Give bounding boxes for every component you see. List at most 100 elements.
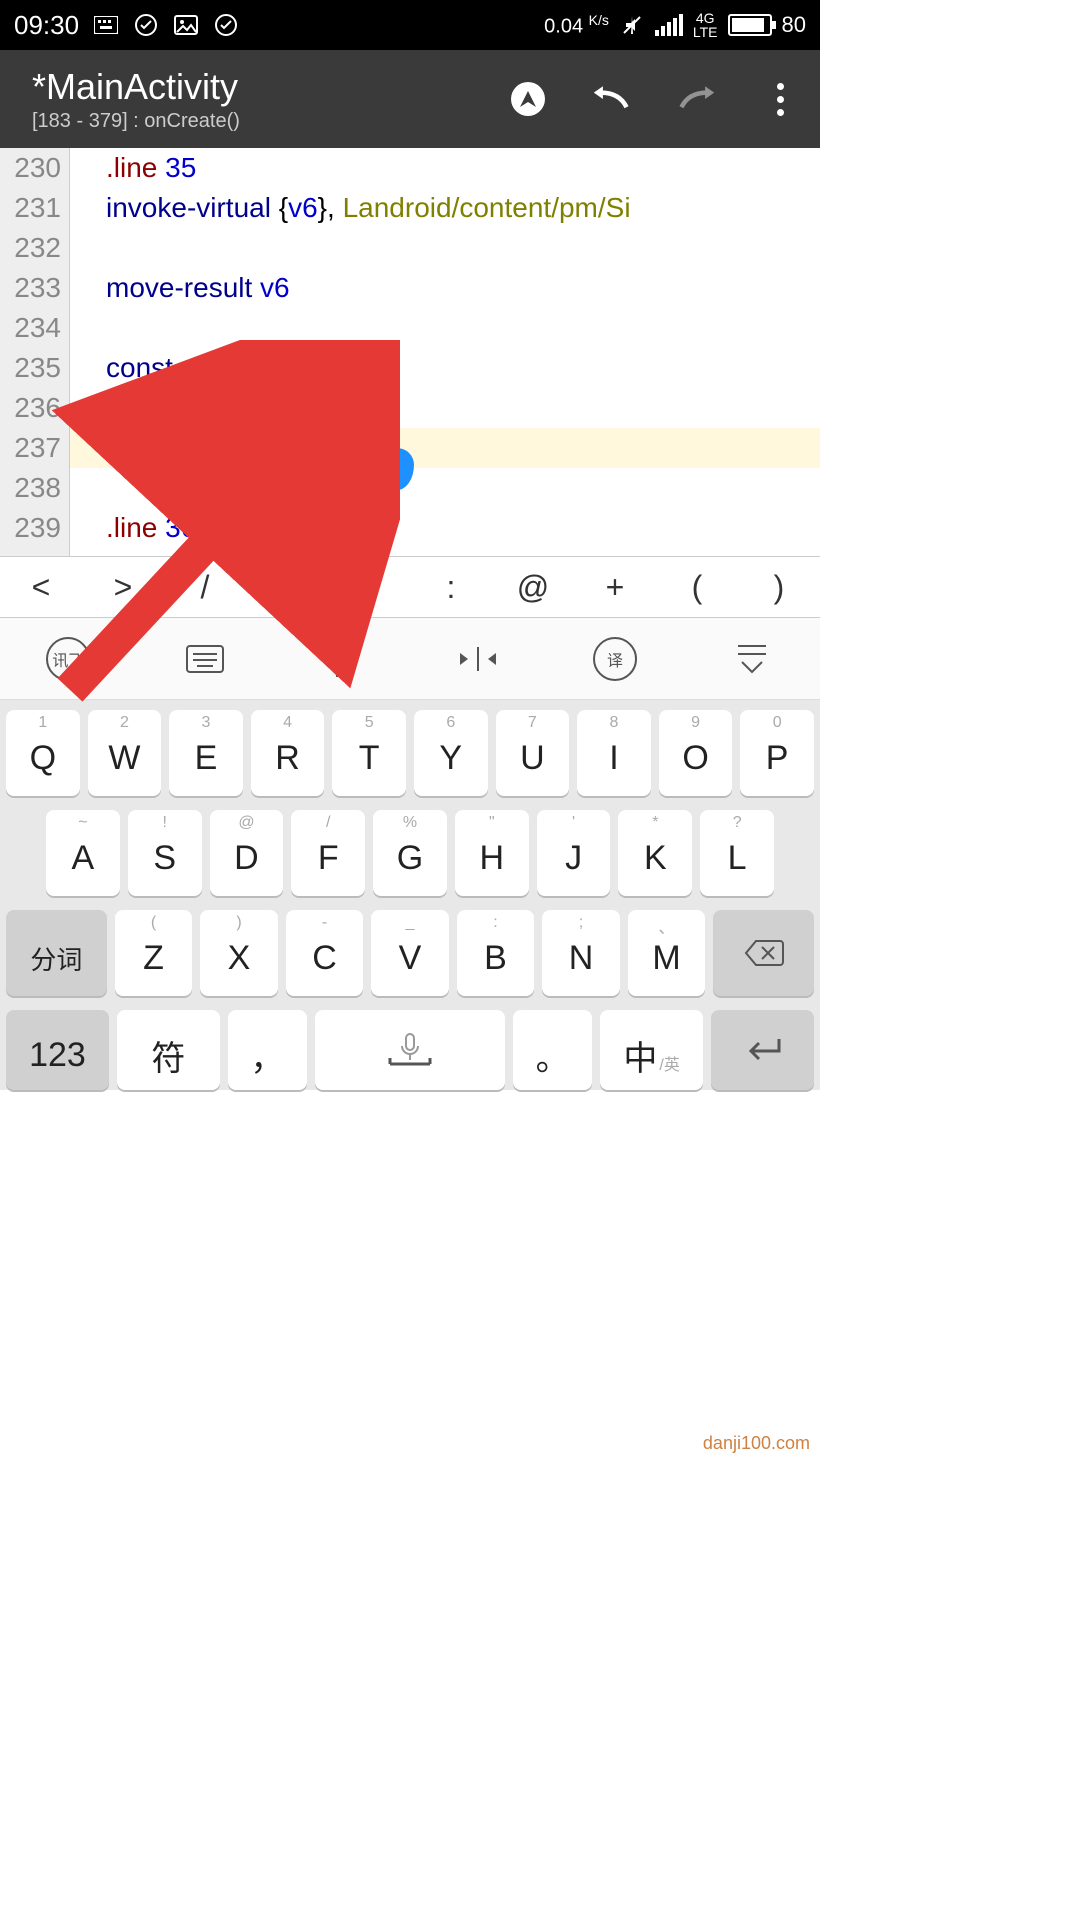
letter-key-J[interactable]: 'J xyxy=(537,810,611,896)
battery-percent: 80 xyxy=(782,12,806,38)
undo-button[interactable] xyxy=(592,79,632,119)
signal-icon xyxy=(655,14,683,36)
symbol-key[interactable]: @ xyxy=(492,557,574,617)
image-icon xyxy=(173,12,199,38)
letter-key-A[interactable]: ~A xyxy=(46,810,120,896)
code-line[interactable]: if-eq v6, v7, :cond_75 xyxy=(70,428,820,468)
app-bar: *MainActivity [183 - 379] : onCreate() xyxy=(0,50,820,148)
letter-key-P[interactable]: 0P xyxy=(740,710,814,796)
line-number: 239 xyxy=(0,508,61,548)
letter-key-Y[interactable]: 6Y xyxy=(414,710,488,796)
file-title: *MainActivity xyxy=(32,66,240,108)
keyboard-switch-button[interactable] xyxy=(180,634,230,684)
collapse-keyboard-button[interactable] xyxy=(727,634,777,684)
letter-key-V[interactable]: _V xyxy=(371,910,449,996)
code-line[interactable] xyxy=(70,388,820,428)
letter-key-H[interactable]: "H xyxy=(455,810,529,896)
symbol-key[interactable]: : xyxy=(410,557,492,617)
line-number: 238 xyxy=(0,468,61,508)
mic-icon xyxy=(380,1030,440,1070)
code-line[interactable] xyxy=(70,308,820,348)
letter-key-D[interactable]: @D xyxy=(210,810,284,896)
letter-key-X[interactable]: )X xyxy=(200,910,278,996)
line-number: 235 xyxy=(0,348,61,388)
language-switch-key[interactable]: 中/英 xyxy=(600,1010,703,1090)
symbol-key[interactable]: ) xyxy=(738,557,820,617)
code-line[interactable]: :cond_2c xyxy=(70,548,820,556)
check-circle-icon xyxy=(213,12,239,38)
letter-key-T[interactable]: 5T xyxy=(332,710,406,796)
period-key[interactable]: 。 xyxy=(513,1010,592,1090)
letter-key-S[interactable]: !S xyxy=(128,810,202,896)
letter-key-E[interactable]: 3E xyxy=(169,710,243,796)
letter-key-F[interactable]: /F xyxy=(291,810,365,896)
battery-icon xyxy=(728,14,772,36)
letter-key-O[interactable]: 9O xyxy=(659,710,733,796)
line-number-gutter: 2302312322332342352362372382392402412422… xyxy=(0,148,70,556)
backspace-icon xyxy=(744,939,784,967)
symbol-key[interactable]: " xyxy=(328,557,410,617)
letter-key-U[interactable]: 7U xyxy=(496,710,570,796)
navigate-button[interactable] xyxy=(508,79,548,119)
ime-toolbar: 讯飞 译 xyxy=(0,618,820,700)
soft-keyboard: 1Q2W3E4R5T6Y7U8I9O0P ~A!S@D/F%G"H'J*K?L … xyxy=(0,700,820,1090)
code-line[interactable]: invoke-virtual {v6}, Landroid/content/pm… xyxy=(70,188,820,228)
network-speed: 0.04 K/s xyxy=(544,13,609,37)
network-type: 4GLTE xyxy=(693,11,718,39)
letter-key-N[interactable]: ;N xyxy=(542,910,620,996)
letter-key-Z[interactable]: (Z xyxy=(115,910,193,996)
letter-key-B[interactable]: :B xyxy=(457,910,535,996)
letter-key-C[interactable]: -C xyxy=(286,910,364,996)
keyboard-indicator-icon xyxy=(93,12,119,38)
file-subtitle: [183 - 379] : onCreate() xyxy=(32,110,240,133)
text-caret xyxy=(374,434,376,466)
code-area[interactable]: .line 35invoke-virtual {v6}, Landroid/co… xyxy=(70,148,820,556)
backspace-key[interactable] xyxy=(713,910,814,996)
numeric-key[interactable]: 123 xyxy=(6,1010,109,1090)
symbol-key[interactable]: + xyxy=(574,557,656,617)
translate-button[interactable]: 译 xyxy=(590,634,640,684)
letter-key-G[interactable]: %G xyxy=(373,810,447,896)
comma-key[interactable]: ， xyxy=(228,1010,307,1090)
space-key[interactable] xyxy=(315,1010,505,1090)
line-number: 240 xyxy=(0,548,61,556)
code-line[interactable]: const v7, 0x1fe7206b xyxy=(70,348,820,388)
check-circle-icon xyxy=(133,12,159,38)
symbol-key[interactable]: ( xyxy=(656,557,738,617)
redo-button[interactable] xyxy=(676,79,716,119)
line-number: 234 xyxy=(0,308,61,348)
symbol-key[interactable]: < xyxy=(0,557,82,617)
symbol-key[interactable]: = xyxy=(246,557,328,617)
code-line[interactable] xyxy=(70,468,820,508)
letter-key-I[interactable]: 8I xyxy=(577,710,651,796)
overflow-menu-button[interactable] xyxy=(760,79,800,119)
code-line[interactable] xyxy=(70,228,820,268)
shift-key[interactable]: 分词 xyxy=(6,910,107,996)
letter-key-W[interactable]: 2W xyxy=(88,710,162,796)
letter-key-R[interactable]: 4R xyxy=(251,710,325,796)
symbol-shortcut-row: <>/=":@+() xyxy=(0,556,820,618)
status-bar: 09:30 0.04 K/s 4GLTE 80 xyxy=(0,0,820,50)
code-editor[interactable]: 2302312322332342352362372382392402412422… xyxy=(0,148,820,556)
voice-input-button[interactable] xyxy=(317,634,367,684)
code-line[interactable]: .line 35 xyxy=(70,148,820,188)
letter-key-L[interactable]: ?L xyxy=(700,810,774,896)
letter-key-M[interactable]: 、M xyxy=(628,910,706,996)
line-number: 232 xyxy=(0,228,61,268)
symbol-key[interactable]: > xyxy=(82,557,164,617)
watermark: danji100.com xyxy=(703,1433,810,1454)
letter-key-K[interactable]: *K xyxy=(618,810,692,896)
cursor-move-button[interactable] xyxy=(453,634,503,684)
code-line[interactable]: move-result v6 xyxy=(70,268,820,308)
line-number: 236 xyxy=(0,388,61,428)
letter-key-Q[interactable]: 1Q xyxy=(6,710,80,796)
status-time: 09:30 xyxy=(14,10,79,41)
line-number: 230 xyxy=(0,148,61,188)
line-number: 231 xyxy=(0,188,61,228)
ime-logo-button[interactable]: 讯飞 xyxy=(43,634,93,684)
symbols-key[interactable]: 符 xyxy=(117,1010,220,1090)
symbol-key[interactable]: / xyxy=(164,557,246,617)
enter-key[interactable] xyxy=(711,1010,814,1090)
enter-icon xyxy=(741,1035,785,1065)
code-line[interactable]: .line 36 xyxy=(70,508,820,548)
